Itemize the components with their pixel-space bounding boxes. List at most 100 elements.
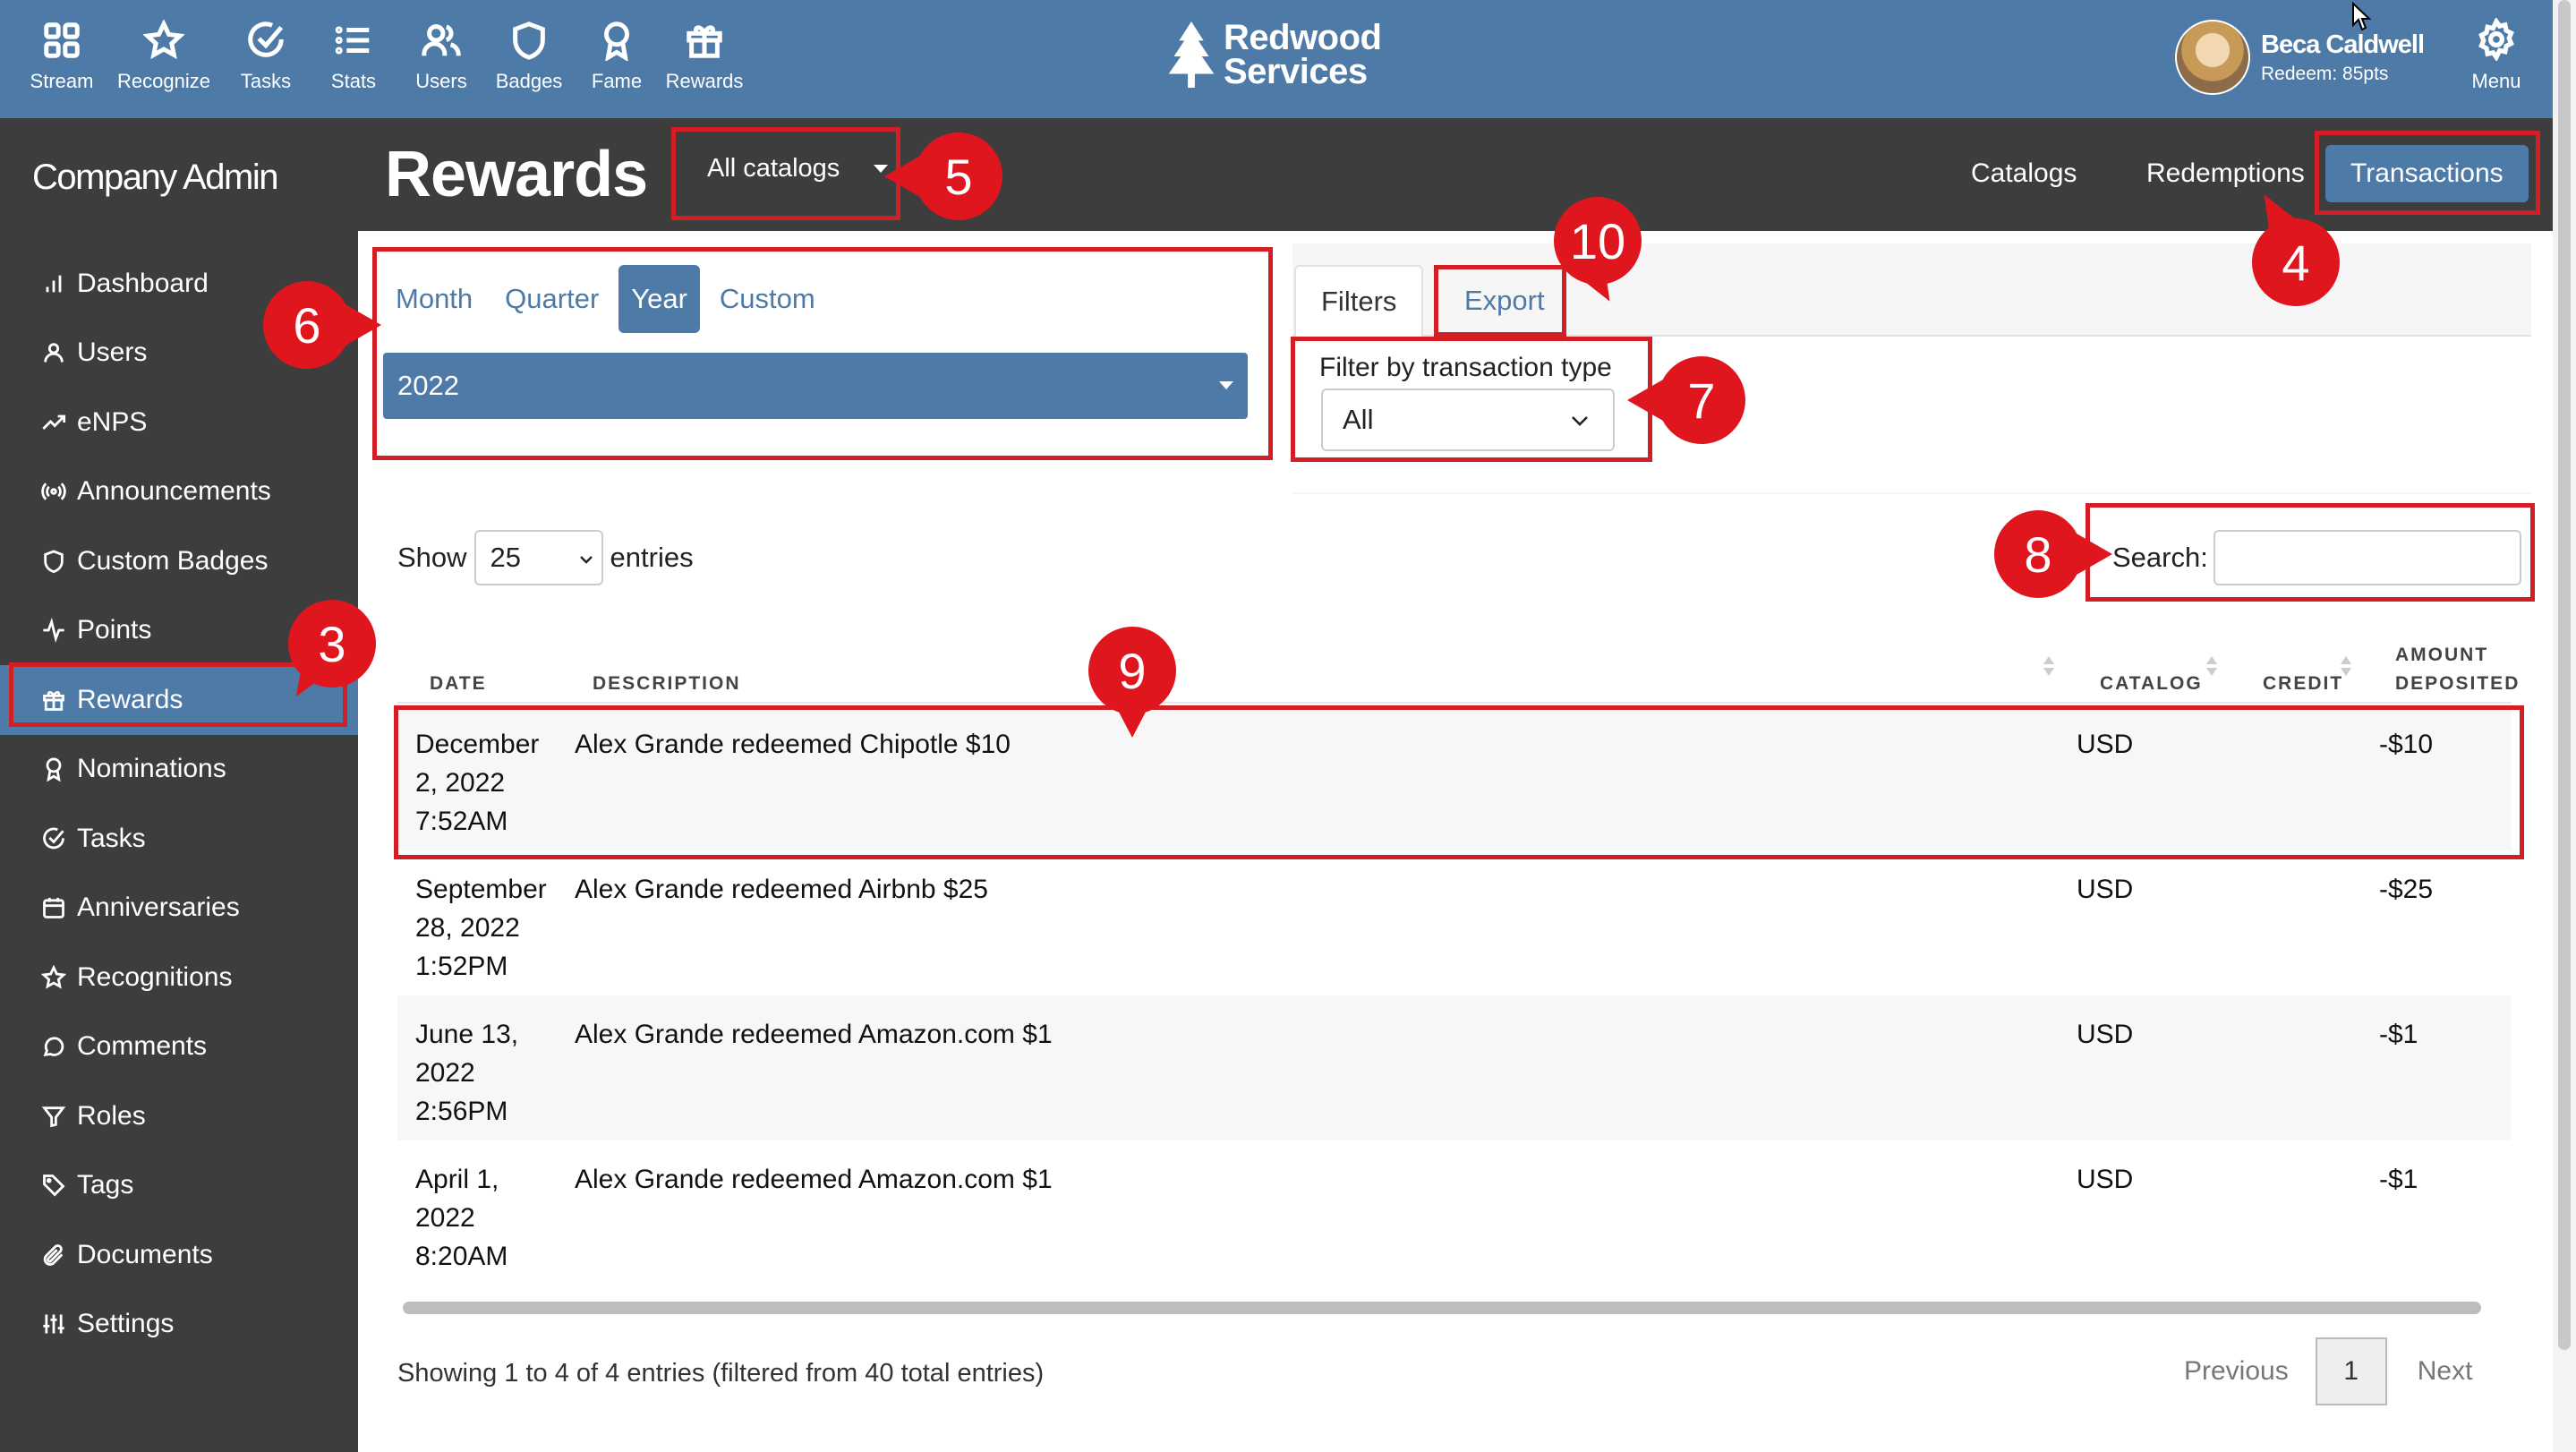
next-page-button[interactable]: Next bbox=[2418, 1356, 2473, 1387]
gift-icon bbox=[687, 25, 722, 58]
page-scrollbar[interactable] bbox=[2558, 0, 2571, 1350]
nav-recognize[interactable]: Recognize bbox=[106, 0, 222, 118]
callout-10: 10 bbox=[1554, 197, 1642, 285]
nav-tasks[interactable]: Tasks bbox=[222, 0, 310, 118]
avatar[interactable] bbox=[2175, 20, 2250, 95]
cell-date-line: April 1, bbox=[415, 1165, 499, 1194]
mouse-cursor-icon bbox=[2352, 2, 2371, 31]
tab-transactions[interactable]: Transactions bbox=[2325, 145, 2529, 202]
sidebar-item-comments[interactable]: Comments bbox=[0, 1012, 358, 1082]
sort-icon[interactable] bbox=[2043, 653, 2055, 679]
pagination: Previous 1 Next bbox=[2184, 1337, 2472, 1405]
cell-date-line: 2:56PM bbox=[415, 1097, 508, 1126]
table-row[interactable]: December 2, 2022 7:52AM Alex Grande rede… bbox=[397, 705, 2512, 850]
callout-4: 4 bbox=[2252, 218, 2340, 306]
tab-filters[interactable]: Filters bbox=[1294, 265, 1424, 337]
tree-icon bbox=[1168, 21, 1215, 89]
column-header-catalog[interactable]: CATALOG bbox=[2100, 670, 2203, 698]
table-row[interactable]: June 13, 2022 2:56PM Alex Grande redeeme… bbox=[397, 995, 2512, 1140]
entries-select[interactable]: 25 bbox=[473, 530, 603, 585]
transaction-type-label: Filter by transaction type bbox=[1319, 353, 1612, 382]
user-profile[interactable]: Beca Caldwell Redeem: 85pts bbox=[2175, 20, 2425, 95]
chevron-down-icon bbox=[1572, 416, 1588, 426]
check-circle-icon bbox=[43, 827, 64, 850]
sort-icon[interactable] bbox=[2205, 653, 2218, 679]
period-tabs: Month Quarter Year Custom bbox=[383, 265, 835, 333]
catalog-select[interactable]: All catalogs bbox=[695, 140, 909, 197]
brand-name-line2: Services bbox=[1224, 52, 1368, 91]
sidebar-item-enps[interactable]: eNPS bbox=[0, 388, 358, 457]
sidebar-item-settings[interactable]: Settings bbox=[0, 1290, 358, 1360]
sidebar-item-label: eNPS bbox=[77, 406, 148, 437]
nav-badges-label: Badges bbox=[495, 70, 563, 92]
sidebar-item-label: Settings bbox=[77, 1309, 175, 1339]
transaction-type-select[interactable]: All bbox=[1321, 389, 1615, 451]
search-input[interactable] bbox=[2213, 530, 2521, 585]
period-tab-quarter[interactable]: Quarter bbox=[492, 265, 611, 333]
previous-page-button[interactable]: Previous bbox=[2184, 1356, 2289, 1387]
sidebar-item-custom-badges[interactable]: Custom Badges bbox=[0, 526, 358, 596]
sidebar-item-tags[interactable]: Tags bbox=[0, 1151, 358, 1221]
nav-stats[interactable]: Stats bbox=[310, 0, 397, 118]
sidebar-item-anniversaries[interactable]: Anniversaries bbox=[0, 874, 358, 944]
sort-icon[interactable] bbox=[2340, 653, 2352, 679]
page-title: Rewards bbox=[385, 139, 648, 210]
nav-rewards-label: Rewards bbox=[665, 70, 744, 92]
menu-button[interactable]: Menu bbox=[2460, 18, 2533, 93]
sidebar-item-tasks[interactable]: Tasks bbox=[0, 804, 358, 874]
sidebar-item-documents[interactable]: Documents bbox=[0, 1220, 358, 1290]
cell-date-line: September bbox=[415, 875, 547, 904]
period-tab-year[interactable]: Year bbox=[618, 265, 700, 333]
sidebar-item-recognitions[interactable]: Recognitions bbox=[0, 943, 358, 1012]
period-tab-custom[interactable]: Custom bbox=[707, 265, 828, 333]
nav-rewards[interactable]: Rewards bbox=[661, 0, 748, 118]
tag-icon bbox=[43, 1174, 65, 1197]
column-header-date[interactable]: DATE bbox=[430, 670, 487, 698]
chevron-down-icon bbox=[579, 556, 593, 564]
table-row[interactable]: April 1, 2022 8:20AM Alex Grande redeeme… bbox=[397, 1140, 2512, 1285]
table-row[interactable]: September 28, 2022 1:52PM Alex Grande re… bbox=[397, 850, 2512, 995]
cell-catalog: USD bbox=[2077, 875, 2134, 904]
nav-fame-label: Fame bbox=[591, 70, 643, 92]
sidebar-item-label: Anniversaries bbox=[77, 893, 240, 923]
nav-tasks-label: Tasks bbox=[240, 70, 292, 92]
nav-users[interactable]: Users bbox=[397, 0, 485, 118]
nav-fame[interactable]: Fame bbox=[573, 0, 661, 118]
callout-5: 5 bbox=[884, 132, 1002, 220]
tab-export[interactable]: Export bbox=[1439, 265, 1570, 337]
horizontal-scrollbar[interactable] bbox=[403, 1302, 2481, 1314]
sidebar-item-label: Users bbox=[77, 337, 148, 368]
brand-logo[interactable]: Redwood Services bbox=[1168, 20, 1382, 91]
nav-users-label: Users bbox=[415, 70, 467, 92]
sidebar-item-label: Announcements bbox=[77, 476, 271, 507]
callout-6: 6 bbox=[263, 281, 381, 369]
period-tab-month[interactable]: Month bbox=[383, 265, 485, 333]
catalog-select-value: All catalogs bbox=[707, 153, 840, 183]
year-select-value: 2022 bbox=[397, 370, 459, 401]
cell-amount: -$1 bbox=[2379, 1165, 2418, 1194]
column-header-amount[interactable]: AMOUNT bbox=[2395, 641, 2488, 670]
caret-down-icon bbox=[1219, 381, 1233, 389]
sidebar-item-roles[interactable]: Roles bbox=[0, 1081, 358, 1151]
sliders-icon bbox=[43, 1314, 64, 1334]
page-1-button[interactable]: 1 bbox=[2315, 1337, 2387, 1405]
sidebar-item-announcements[interactable]: Announcements bbox=[0, 457, 358, 527]
nav-badges[interactable]: Badges bbox=[485, 0, 573, 118]
cell-description: Alex Grande redeemed Amazon.com $1 bbox=[575, 1020, 1053, 1049]
sidebar-item-label: Points bbox=[77, 615, 152, 645]
tab-catalogs[interactable]: Catalogs bbox=[1971, 145, 2077, 202]
year-select[interactable]: 2022 bbox=[383, 353, 1248, 419]
cell-date-line: June 13, bbox=[415, 1020, 519, 1049]
calendar-icon bbox=[43, 898, 64, 919]
cell-catalog: USD bbox=[2077, 1020, 2134, 1049]
nav-stream[interactable]: Stream bbox=[18, 0, 106, 118]
column-header-deposited[interactable]: DEPOSITED bbox=[2395, 670, 2520, 698]
sidebar-item-nominations[interactable]: Nominations bbox=[0, 735, 358, 805]
cell-date-line: December bbox=[415, 730, 540, 759]
column-header-credit[interactable]: CREDIT bbox=[2263, 670, 2343, 698]
nav-recognize-label: Recognize bbox=[117, 70, 210, 92]
callout-7: 7 bbox=[1627, 356, 1745, 444]
table-info: Showing 1 to 4 of 4 entries (filtered fr… bbox=[397, 1359, 1045, 1388]
column-header-description[interactable]: DESCRIPTION bbox=[593, 670, 741, 698]
transaction-type-value: All bbox=[1343, 404, 1374, 435]
